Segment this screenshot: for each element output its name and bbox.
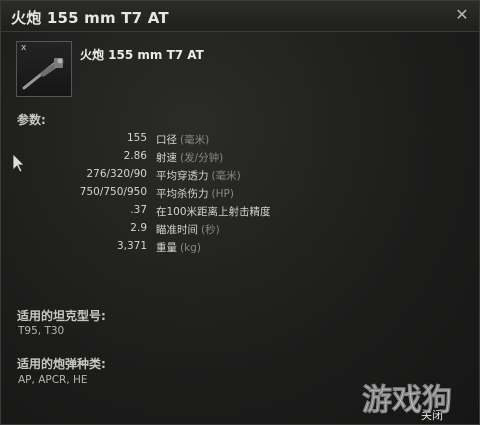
compatible-tanks-heading: 适用的坦克型号: bbox=[17, 309, 106, 323]
param-label: 瞄准时间 bbox=[156, 224, 198, 236]
param-row: 155 口径 (毫米) bbox=[1, 132, 479, 150]
param-row: 276/320/90 平均穿透力 (毫米) bbox=[1, 168, 479, 186]
param-row: .37 在100米距离上射击精度 bbox=[1, 204, 479, 222]
param-row: 2.86 射速 (发/分钟) bbox=[1, 150, 479, 168]
param-label-wrap: 平均穿透力 (毫米) bbox=[156, 168, 241, 183]
param-unit: (发/分钟) bbox=[180, 152, 224, 164]
param-unit: (kg) bbox=[180, 242, 201, 254]
params-list: 155 口径 (毫米) 2.86 射速 (发/分钟) 276/320/90 平均穿透… bbox=[1, 132, 479, 258]
param-label: 重量 bbox=[156, 242, 177, 254]
param-unit: (毫米) bbox=[180, 134, 210, 146]
gun-thumbnail: x bbox=[16, 41, 72, 97]
param-label-wrap: 平均杀伤力 (HP) bbox=[156, 186, 234, 201]
param-value: 276/320/90 bbox=[86, 168, 147, 180]
item-name: 火炮 155 mm T7 AT bbox=[80, 48, 204, 62]
compatible-ammo-value: AP, APCR, HE bbox=[18, 374, 88, 386]
param-value: 3,371 bbox=[116, 240, 147, 252]
param-value: 750/750/950 bbox=[79, 186, 147, 198]
compatible-ammo-heading: 适用的炮弹种类: bbox=[17, 357, 106, 371]
title-bar[interactable]: 火炮 155 mm T7 AT ✕ bbox=[1, 1, 479, 32]
compatible-tanks-value: T95, T30 bbox=[18, 325, 65, 337]
param-label: 射速 bbox=[156, 152, 177, 164]
param-label-wrap: 重量 (kg) bbox=[156, 240, 201, 255]
param-value: 2.86 bbox=[123, 150, 147, 162]
svg-text:游戏狗: 游戏狗 bbox=[362, 383, 452, 418]
params-heading: 参数: bbox=[17, 113, 46, 127]
param-label-wrap: 瞄准时间 (秒) bbox=[156, 222, 220, 237]
param-row: 2.9 瞄准时间 (秒) bbox=[1, 222, 479, 240]
close-x-icon[interactable]: ✕ bbox=[453, 6, 471, 24]
param-label-wrap: 口径 (毫米) bbox=[156, 132, 209, 147]
mouse-cursor-icon bbox=[12, 153, 24, 173]
param-label: 平均杀伤力 bbox=[156, 188, 209, 200]
param-unit: (毫米) bbox=[211, 170, 241, 182]
window-title: 火炮 155 mm T7 AT bbox=[11, 9, 169, 27]
param-label: 口径 bbox=[156, 134, 177, 146]
param-label-wrap: 射速 (发/分钟) bbox=[156, 150, 223, 165]
param-label: 平均穿透力 bbox=[156, 170, 209, 182]
param-value: 2.9 bbox=[130, 222, 147, 234]
param-row: 3,371 重量 (kg) bbox=[1, 240, 479, 258]
watermark-logo: 游戏狗 bbox=[362, 383, 453, 419]
param-label-wrap: 在100米距离上射击精度 bbox=[156, 204, 274, 219]
param-label: 在100米距离上射击精度 bbox=[156, 206, 271, 218]
param-value: .37 bbox=[130, 204, 147, 216]
module-info-window: 火炮 155 mm T7 AT ✕ x 火炮 155 mm T7 AT 参数: … bbox=[0, 0, 480, 425]
param-unit: (秒) bbox=[201, 224, 220, 236]
gun-icon bbox=[22, 58, 64, 90]
param-row: 750/750/950 平均杀伤力 (HP) bbox=[1, 186, 479, 204]
param-unit: (HP) bbox=[211, 188, 234, 200]
param-value: 155 bbox=[126, 132, 147, 144]
